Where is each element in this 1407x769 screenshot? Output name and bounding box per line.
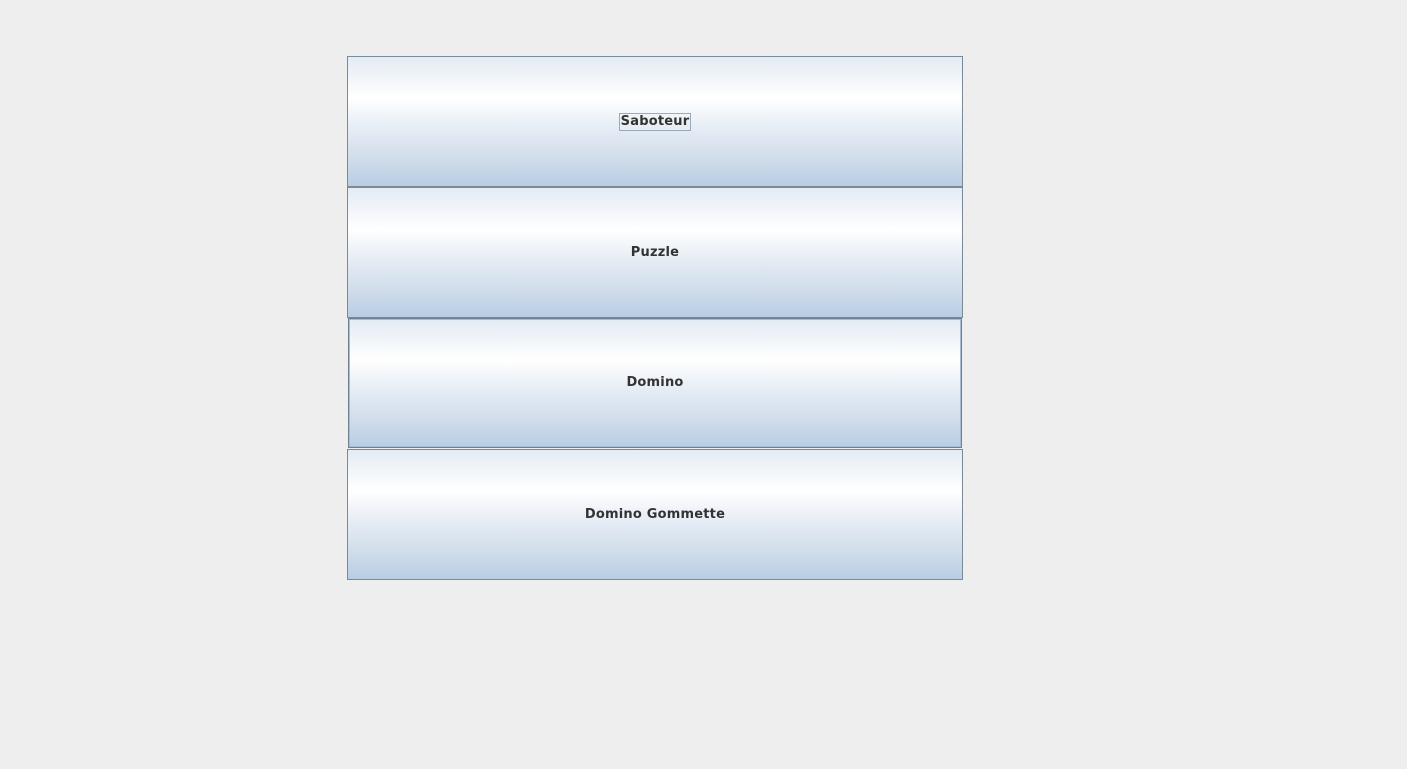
app-window: Saboteur Puzzle Domino Domino Gommette (0, 0, 1407, 769)
domino-gommette-button-label: Domino Gommette (584, 506, 726, 522)
saboteur-button-label: Saboteur (618, 112, 692, 131)
puzzle-button[interactable]: Puzzle (347, 187, 963, 318)
game-selection-panel: Saboteur Puzzle Domino Domino Gommette (347, 56, 963, 580)
domino-button[interactable]: Domino (348, 318, 962, 448)
domino-button-label: Domino (626, 375, 684, 390)
saboteur-button[interactable]: Saboteur (347, 56, 963, 187)
puzzle-button-label: Puzzle (630, 244, 680, 260)
domino-gommette-button[interactable]: Domino Gommette (347, 449, 963, 580)
